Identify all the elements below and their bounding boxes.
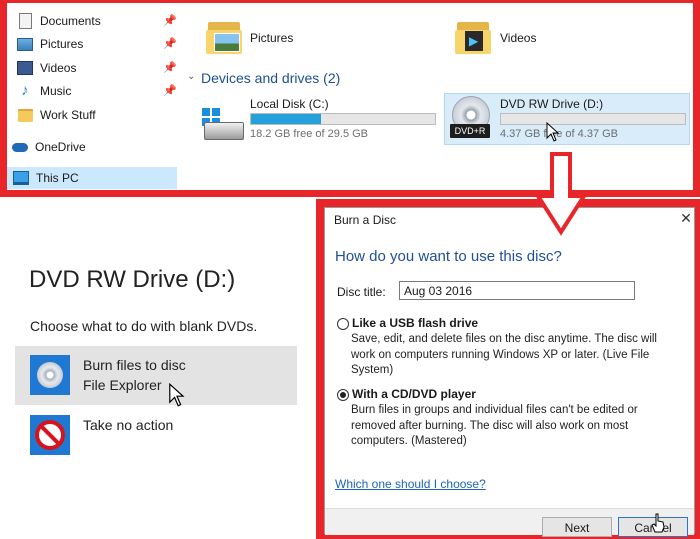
no-action-icon (30, 415, 70, 455)
nav-item-pictures[interactable]: Pictures 📌 (7, 33, 177, 55)
autoplay-panel: DVD RW Drive (D:) Choose what to do with… (0, 199, 316, 539)
folder-label: Videos (500, 31, 537, 45)
burn-disc-dialog-frame: Burn a Disc ✕ How do you want to use thi… (316, 199, 700, 539)
nav-item-label: Music (40, 84, 72, 98)
radio-cd-dvd-player[interactable] (337, 389, 349, 401)
nav-item-this-pc[interactable]: This PC (7, 167, 177, 189)
nav-item-videos[interactable]: Videos 📌 (7, 57, 177, 79)
help-link[interactable]: Which one should I choose? (335, 477, 486, 491)
nav-item-label: Work Stuff (40, 108, 96, 122)
chevron-down-icon[interactable]: ⌄ (187, 71, 195, 82)
nav-item-music[interactable]: ♪ Music 📌 (7, 80, 177, 102)
nav-item-label: Pictures (40, 37, 84, 51)
pictures-icon (17, 36, 33, 52)
option-app: File Explorer (83, 377, 162, 393)
pin-icon[interactable]: 📌 (163, 14, 177, 27)
option-usb-description: Save, edit, and delete files on the disc… (351, 333, 657, 376)
nav-item-label: Videos (40, 61, 77, 75)
disc-title-label: Disc title: (337, 285, 386, 299)
option-usb-label[interactable]: Like a USB flash drive (352, 316, 478, 330)
option-take-no-action[interactable]: Take no action (15, 409, 297, 468)
devices-section-title[interactable]: Devices and drives (2) (201, 70, 340, 86)
option-title: Take no action (83, 417, 174, 433)
onedrive-icon (12, 139, 28, 155)
storage-bar (250, 113, 436, 125)
dvd-drive-icon: DVD+R (450, 96, 492, 140)
navigation-pane: Documents 📌 Pictures 📌 Videos 📌 ♪ Music … (7, 6, 177, 191)
drive-name: Local Disk (C:) (250, 97, 329, 111)
nav-item-documents[interactable]: Documents 📌 (7, 10, 177, 32)
file-explorer-panel: Documents 📌 Pictures 📌 Videos 📌 ♪ Music … (0, 0, 700, 199)
hard-disk-icon (198, 108, 244, 140)
nav-item-label: Documents (40, 14, 101, 28)
videos-icon (17, 60, 33, 76)
radio-usb-flash-drive[interactable] (337, 318, 349, 330)
mouse-cursor-icon (169, 383, 185, 407)
pin-icon[interactable]: 📌 (163, 37, 177, 50)
dvd-badge: DVD+R (450, 124, 490, 138)
folder-label: Pictures (250, 31, 294, 45)
mouse-cursor-icon (546, 122, 560, 142)
option-title: Burn files to disc (83, 357, 186, 373)
pin-icon[interactable]: 📌 (163, 61, 177, 74)
nav-item-work-stuff[interactable]: Work Stuff (7, 104, 177, 126)
burn-disc-dialog: Burn a Disc ✕ How do you want to use thi… (324, 207, 695, 537)
nav-item-label: This PC (36, 171, 79, 185)
hand-cursor-icon (651, 513, 665, 533)
storage-bar (500, 113, 686, 125)
option-cd-label[interactable]: With a CD/DVD player (352, 387, 476, 401)
drive-free-space: 18.2 GB free of 29.5 GB (250, 128, 369, 140)
autoplay-title: DVD RW Drive (D:) (29, 266, 236, 293)
this-pc-icon (13, 170, 29, 186)
nav-item-label: OneDrive (35, 140, 86, 154)
storage-bar-fill (251, 114, 321, 124)
videos-folder-icon (455, 18, 491, 54)
dialog-footer: Next Cancel (325, 508, 694, 537)
option-cd-description: Burn files in groups and individual file… (351, 404, 638, 447)
next-button[interactable]: Next (542, 517, 612, 537)
pictures-folder-icon (206, 18, 242, 54)
dialog-title: Burn a Disc (334, 213, 397, 227)
documents-icon (17, 13, 33, 29)
disc-icon (30, 355, 70, 395)
nav-item-onedrive[interactable]: OneDrive (7, 136, 177, 158)
drive-name: DVD RW Drive (D:) (500, 97, 604, 111)
music-icon: ♪ (21, 82, 29, 99)
autoplay-subtitle: Choose what to do with blank DVDs. (30, 318, 258, 334)
close-icon[interactable]: ✕ (678, 210, 694, 228)
option-burn-files[interactable]: Burn files to disc File Explorer (15, 346, 297, 405)
dialog-question: How do you want to use this disc? (335, 248, 562, 265)
pin-icon[interactable]: 📌 (163, 84, 177, 97)
folder-icon (17, 107, 33, 123)
arrow-down-icon (535, 152, 587, 236)
disc-title-input[interactable] (399, 281, 635, 300)
